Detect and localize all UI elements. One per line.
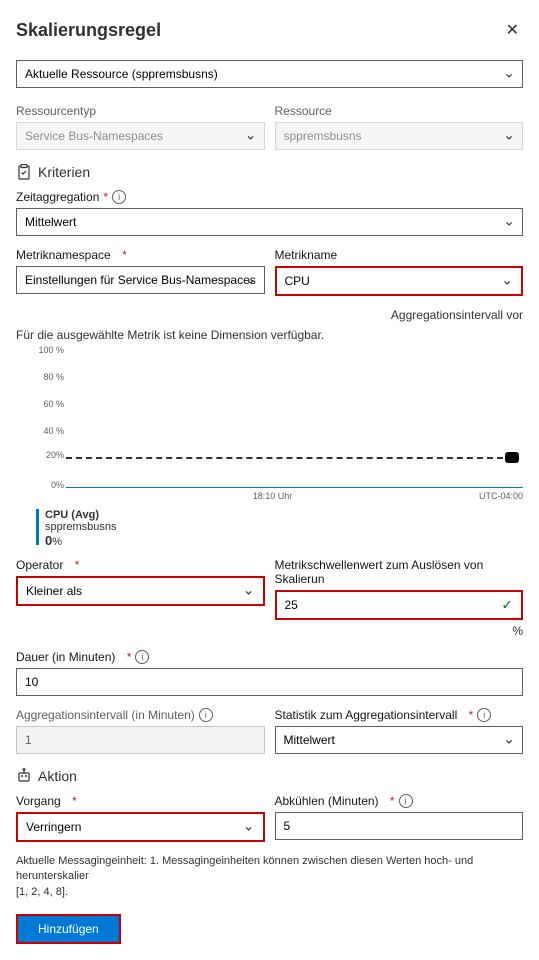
no-dimension-text: Für die ausgewählte Metrik ist keine Dim… <box>16 328 523 342</box>
cooldown-label: Abkühlen (Minuten) * i <box>275 794 524 808</box>
time-agg-label: Zeitaggregation* i <box>16 190 523 204</box>
criteria-section: Kriterien <box>16 164 523 180</box>
footer-note: Aktuelle Messagingeinheit: 1. Messaginge… <box>16 854 523 900</box>
info-icon[interactable]: i <box>199 708 213 722</box>
agg-interval-link[interactable]: Aggregationsintervall vor <box>16 308 523 322</box>
legend-color-bar <box>36 509 39 545</box>
metric-ns-select[interactable]: Einstellungen für Service Bus-Namespaces… <box>16 266 265 294</box>
source-select[interactable]: Aktuelle Ressource (sppremsbusns) <box>16 60 523 88</box>
threshold-line <box>66 457 513 459</box>
chart-data-line <box>66 487 523 488</box>
chart-x-tz: UTC-04:00 <box>479 491 523 501</box>
agg-int-input <box>16 726 265 754</box>
clipboard-icon <box>16 164 32 180</box>
time-agg-select[interactable]: Mittelwert <box>16 208 523 236</box>
operation-label: Vorgang * <box>16 794 265 808</box>
action-section: Aktion <box>16 768 523 784</box>
metric-name-select[interactable]: CPU <box>277 268 522 294</box>
metric-chart: 18:10 Uhr UTC-04:00 CPU (Avg) sppremsbus… <box>36 352 523 548</box>
threshold-input[interactable] <box>277 592 522 618</box>
metric-ns-label: Metriknamespace * <box>16 248 265 262</box>
close-icon: ✕ <box>506 22 519 39</box>
operator-select[interactable]: Kleiner als <box>18 578 263 604</box>
chart-marker-icon <box>505 452 519 463</box>
robot-icon <box>16 768 32 784</box>
resource-type-select: Service Bus-Namespaces <box>16 122 265 150</box>
info-icon[interactable]: i <box>399 794 413 808</box>
chart-x-time: 18:10 Uhr <box>253 491 293 501</box>
add-button[interactable]: Hinzufügen <box>18 916 119 942</box>
close-button[interactable]: ✕ <box>502 16 523 44</box>
info-icon[interactable]: i <box>112 190 126 204</box>
metric-name-label: Metrikname <box>275 248 524 262</box>
info-icon[interactable]: i <box>477 708 491 722</box>
chart-tick-40 <box>66 433 523 434</box>
threshold-unit: % <box>275 624 524 638</box>
chart-tick-80 <box>66 379 523 380</box>
agg-stat-select[interactable]: Mittelwert <box>275 726 524 754</box>
resource-select: sppremsbusns <box>275 122 524 150</box>
chart-tick-60 <box>66 406 523 407</box>
info-icon[interactable]: i <box>135 650 149 664</box>
agg-int-label: Aggregationsintervall (in Minuten) i <box>16 708 265 722</box>
duration-label: Dauer (in Minuten) * i <box>16 650 523 664</box>
resource-label: Ressource <box>275 104 524 118</box>
resource-type-label: Ressourcentyp <box>16 104 265 118</box>
operation-select[interactable]: Verringern <box>18 814 263 840</box>
threshold-label: Metrikschwellenwert zum Auslösen von Ska… <box>275 558 524 586</box>
cooldown-input[interactable] <box>275 812 524 840</box>
chart-tick-100 <box>66 352 523 353</box>
page-title: Skalierungsregel <box>16 20 161 41</box>
duration-input[interactable] <box>16 668 523 696</box>
checkmark-icon: ✓ <box>501 597 513 614</box>
chart-legend: CPU (Avg) sppremsbusns 0% <box>36 509 523 548</box>
operator-label: Operator * <box>16 558 265 572</box>
agg-stat-label: Statistik zum Aggregationsintervall * i <box>275 708 524 722</box>
